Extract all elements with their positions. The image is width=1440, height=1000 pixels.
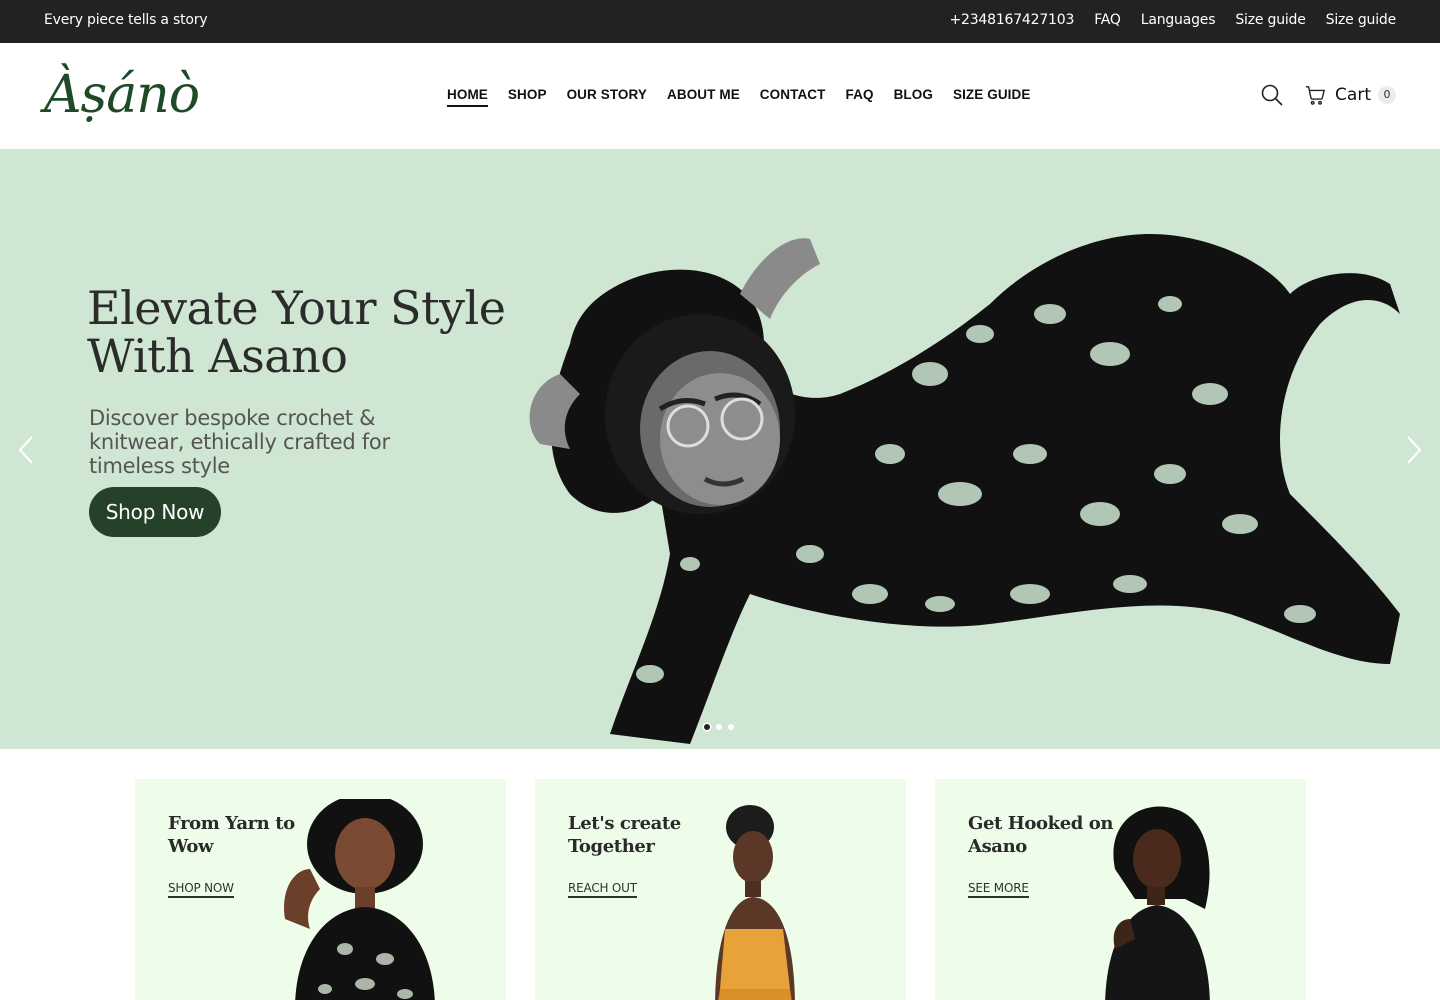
logo-text: Àṣánò bbox=[44, 65, 200, 125]
logo[interactable]: Àṣánò bbox=[44, 47, 216, 139]
nav-shop[interactable]: SHOP bbox=[508, 87, 547, 107]
model-image bbox=[1105, 806, 1210, 1000]
reach-out-link[interactable]: REACH OUT bbox=[568, 881, 637, 898]
nav-faq[interactable]: FAQ bbox=[846, 87, 874, 107]
promo-card-2[interactable]: Let's create Together REACH OUT bbox=[535, 779, 906, 1000]
slider-dot-3[interactable] bbox=[728, 724, 734, 730]
promo-card-3[interactable]: Get Hooked on Asano SEE MORE bbox=[935, 779, 1306, 1000]
nav-size-guide[interactable]: SIZE GUIDE bbox=[953, 87, 1031, 107]
model-image bbox=[715, 805, 795, 1000]
cart-label[interactable]: Cart bbox=[1335, 85, 1371, 105]
nav-our-story[interactable]: OUR STORY bbox=[567, 87, 647, 107]
faq-link[interactable]: FAQ bbox=[1094, 12, 1121, 28]
main-nav: HOME SHOP OUR STORY ABOUT ME CONTACT FAQ… bbox=[447, 87, 1030, 107]
nav-about-me[interactable]: ABOUT ME bbox=[667, 87, 740, 107]
header-actions: Cart 0 bbox=[1260, 83, 1396, 107]
slider-dots bbox=[704, 724, 734, 730]
promo-cards: From Yarn to Wow SHOP NOW Let's create T… bbox=[135, 779, 1306, 1000]
hero-title: Elevate Your Style With Asano bbox=[87, 281, 506, 383]
chevron-left-icon[interactable] bbox=[14, 434, 38, 466]
nav-contact[interactable]: CONTACT bbox=[760, 87, 826, 107]
phone-link[interactable]: +2348167427103 bbox=[949, 12, 1074, 28]
cart-icon[interactable] bbox=[1304, 84, 1326, 106]
site-header: Àṣánò HOME SHOP OUR STORY ABOUT ME CONTA… bbox=[0, 43, 1440, 149]
nav-blog[interactable]: BLOG bbox=[894, 87, 933, 107]
model-image bbox=[284, 799, 435, 1000]
size-guide-link-2[interactable]: Size guide bbox=[1326, 12, 1397, 28]
nav-home[interactable]: HOME bbox=[447, 87, 488, 107]
announcement-bar: Every piece tells a story +2348167427103… bbox=[0, 0, 1440, 43]
hero-subtitle: Discover bespoke crochet & knitwear, eth… bbox=[89, 406, 390, 478]
shop-now-link[interactable]: SHOP NOW bbox=[168, 881, 234, 898]
hero-model-image bbox=[529, 234, 1400, 744]
shop-now-button[interactable]: Shop Now bbox=[89, 487, 221, 537]
chevron-right-icon[interactable] bbox=[1402, 434, 1426, 466]
tagline: Every piece tells a story bbox=[44, 12, 208, 28]
search-icon[interactable] bbox=[1260, 83, 1284, 107]
promo-card-1[interactable]: From Yarn to Wow SHOP NOW bbox=[135, 779, 506, 1000]
hero-slider: Elevate Your Style With Asano Discover b… bbox=[0, 149, 1440, 749]
slider-dot-2[interactable] bbox=[716, 724, 722, 730]
topbar-links: +2348167427103 FAQ Languages Size guide … bbox=[949, 12, 1396, 28]
slider-dot-1[interactable] bbox=[704, 724, 710, 730]
size-guide-link[interactable]: Size guide bbox=[1235, 12, 1306, 28]
see-more-link[interactable]: SEE MORE bbox=[968, 881, 1029, 898]
cart-count-badge: 0 bbox=[1378, 86, 1396, 104]
languages-link[interactable]: Languages bbox=[1141, 12, 1216, 28]
